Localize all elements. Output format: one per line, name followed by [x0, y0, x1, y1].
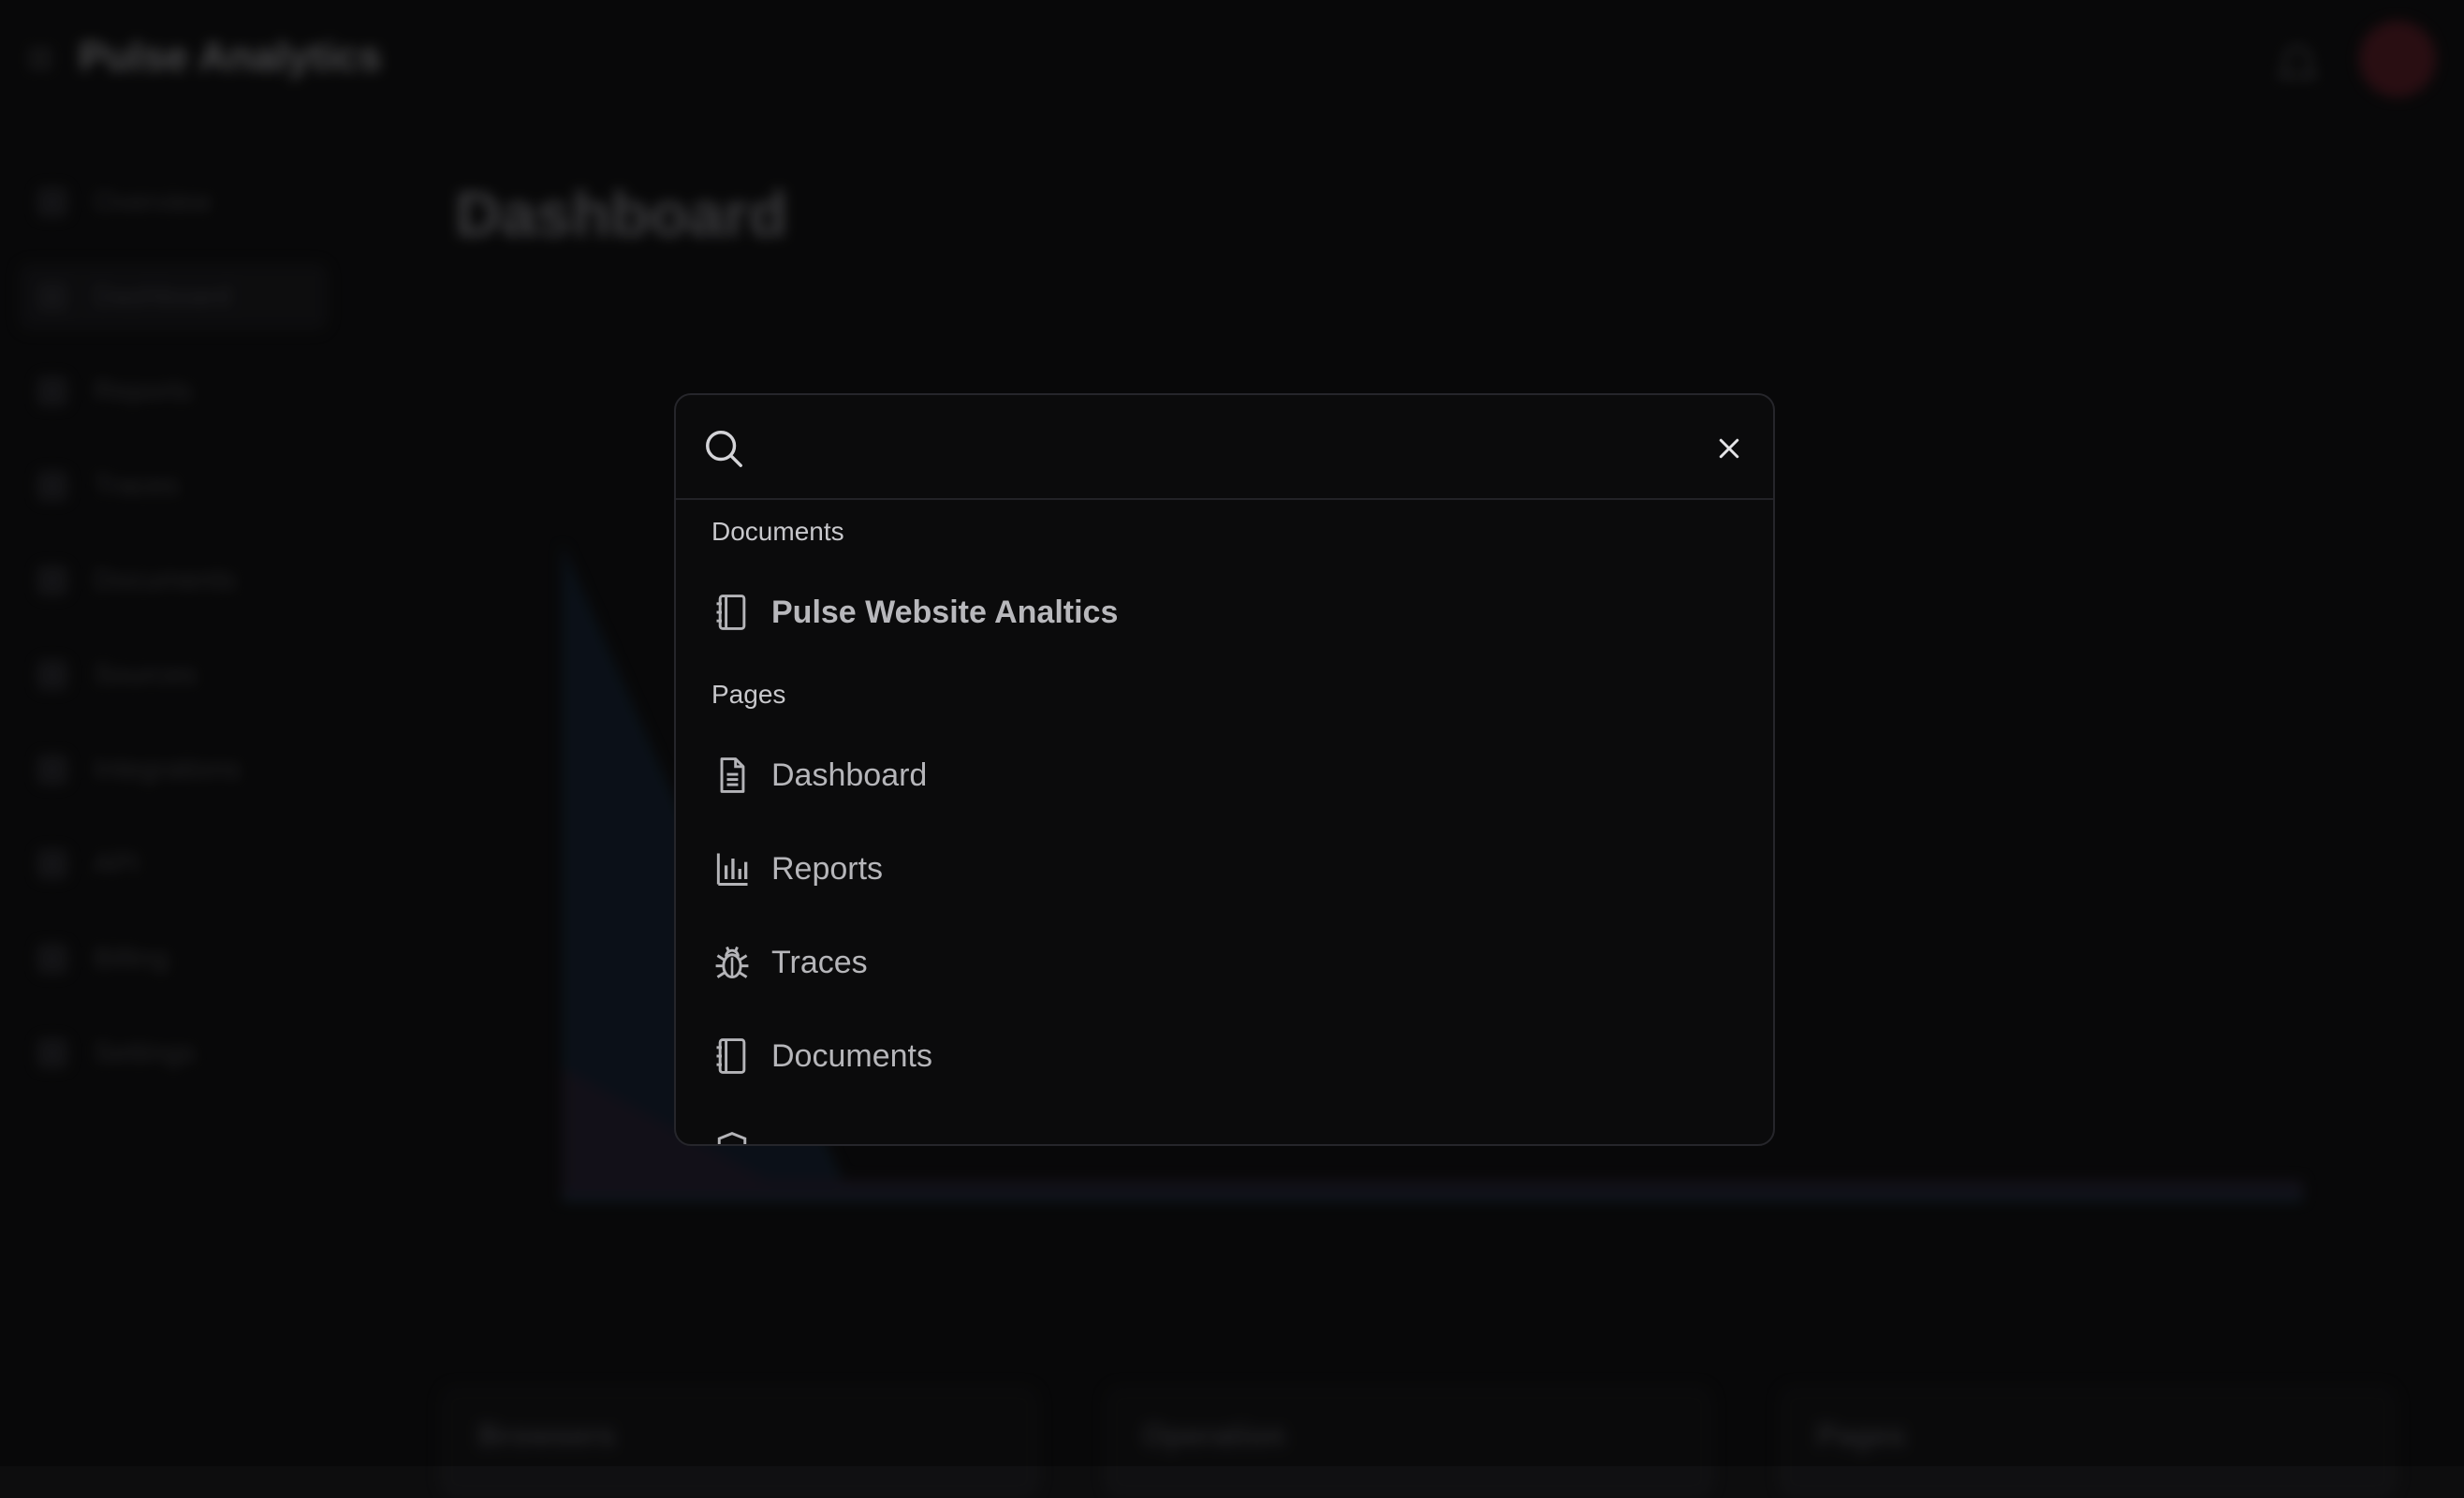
result-item-traces[interactable]: Traces: [695, 923, 1758, 1002]
result-label: Traces: [771, 944, 868, 980]
result-label: Dashboard: [771, 756, 928, 793]
results-list: Documents Pulse Website Analtics Pages D…: [676, 502, 1773, 1144]
result-label: Reports: [771, 850, 884, 887]
close-icon: [1719, 438, 1739, 459]
result-label: Pulse Website Analtics: [771, 594, 1119, 630]
search-row: [676, 395, 1773, 500]
notebook-icon: [716, 1038, 746, 1074]
search-icon: [706, 431, 742, 467]
result-item-dashboard[interactable]: Dashboard: [695, 736, 1758, 815]
result-item-partial[interactable]: [695, 1110, 1758, 1144]
group-label-pages: Pages: [711, 680, 786, 709]
result-item-documents[interactable]: Documents: [695, 1017, 1758, 1095]
result-item-pulse-website-analtics[interactable]: Pulse Website Analtics: [695, 573, 1758, 652]
group-label-documents: Documents: [711, 517, 844, 546]
command-search-input[interactable]: [770, 418, 1612, 477]
close-button[interactable]: [1706, 425, 1753, 472]
shield-icon: [717, 1132, 747, 1144]
bug-icon: [715, 946, 749, 979]
bar-chart-icon: [716, 853, 748, 886]
result-label: Documents: [771, 1037, 932, 1074]
result-item-reports[interactable]: Reports: [695, 830, 1758, 908]
notebook-icon: [716, 595, 746, 630]
document-icon: [720, 757, 745, 793]
command-palette: Documents Pulse Website Analtics Pages D…: [674, 393, 1775, 1146]
